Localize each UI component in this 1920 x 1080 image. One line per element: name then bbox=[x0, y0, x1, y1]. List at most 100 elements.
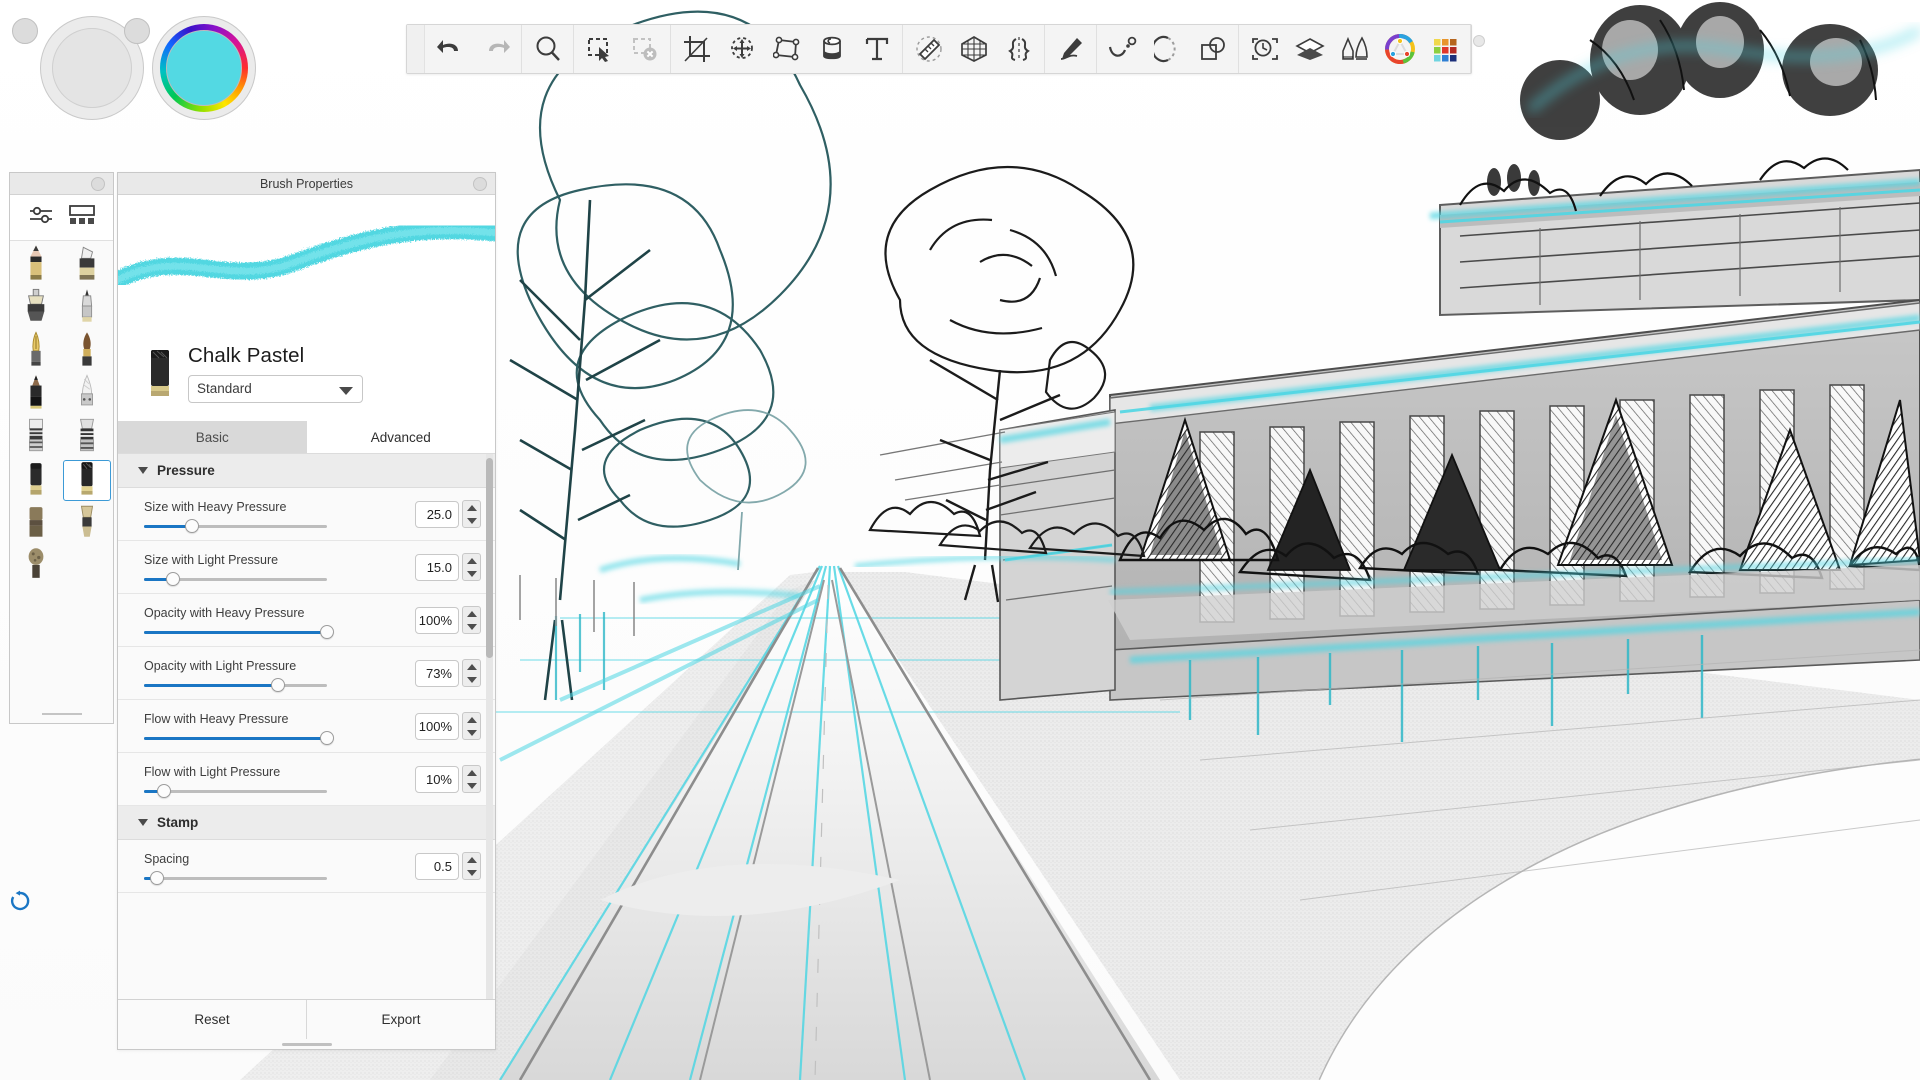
main-toolbar[interactable] bbox=[406, 24, 1485, 74]
refresh-icon[interactable] bbox=[9, 890, 31, 912]
param-value-input[interactable]: 73% bbox=[415, 659, 459, 687]
stepper-up-icon[interactable] bbox=[466, 769, 477, 776]
brush-item-soft-pencil[interactable] bbox=[12, 374, 61, 415]
transform-move-icon[interactable] bbox=[719, 25, 764, 73]
brush-item-blender[interactable] bbox=[63, 503, 112, 544]
text-icon[interactable] bbox=[854, 25, 899, 73]
brush-item-fan-bristle[interactable] bbox=[63, 417, 112, 458]
param-slider[interactable] bbox=[144, 783, 327, 798]
brushes-icon[interactable] bbox=[1332, 25, 1377, 73]
param-stepper[interactable] bbox=[462, 500, 481, 528]
export-button[interactable]: Export bbox=[306, 1000, 495, 1039]
param-value-input[interactable]: 15.0 bbox=[415, 553, 459, 581]
tab-basic[interactable]: Basic bbox=[118, 421, 322, 453]
ellipse-icon[interactable] bbox=[1145, 25, 1190, 73]
brush-properties-titlebar[interactable]: Brush Properties bbox=[118, 173, 495, 195]
brush-item-airbrush[interactable] bbox=[12, 288, 61, 329]
slider-thumb[interactable] bbox=[157, 783, 172, 798]
stepper-down-icon[interactable] bbox=[466, 623, 477, 630]
reset-button[interactable]: Reset bbox=[118, 1000, 306, 1039]
brush-item-flat-bristle[interactable] bbox=[12, 417, 61, 458]
param-value-input[interactable]: 0.5 bbox=[415, 852, 459, 880]
shape-combine-icon[interactable] bbox=[1190, 25, 1235, 73]
stepper-down-icon[interactable] bbox=[466, 869, 477, 876]
fill-bucket-icon[interactable] bbox=[809, 25, 854, 73]
param-stepper[interactable] bbox=[462, 712, 481, 740]
brush-item-sponge[interactable] bbox=[12, 546, 61, 587]
stepper-up-icon[interactable] bbox=[466, 504, 477, 511]
brush-item-fountain-pen[interactable] bbox=[12, 331, 61, 372]
stepper-down-icon[interactable] bbox=[466, 729, 477, 736]
param-slider[interactable] bbox=[144, 571, 327, 586]
brush-list[interactable] bbox=[10, 241, 113, 705]
brush-item-pastel-block[interactable] bbox=[12, 460, 61, 501]
stepper-up-icon[interactable] bbox=[466, 716, 477, 723]
param-slider[interactable] bbox=[144, 518, 327, 533]
param-stepper[interactable] bbox=[462, 553, 481, 581]
brush-item-chalk-pastel[interactable] bbox=[62, 460, 111, 501]
properties-tabs[interactable]: Basic Advanced bbox=[118, 421, 495, 453]
perspective-grid-icon[interactable] bbox=[951, 25, 996, 73]
parameters-scroll-area[interactable]: Pressure Size with Heavy Pressure 25.0 Size… bbox=[118, 453, 495, 999]
undo-icon[interactable] bbox=[428, 25, 473, 73]
slider-thumb[interactable] bbox=[320, 730, 334, 745]
param-stepper[interactable] bbox=[462, 606, 481, 634]
section-header-stamp[interactable]: Stamp bbox=[118, 806, 495, 840]
brush-item-technical-pen[interactable] bbox=[63, 288, 112, 329]
brush-item-chalk-stick[interactable] bbox=[63, 374, 112, 415]
curve-node-icon[interactable] bbox=[1100, 25, 1145, 73]
brush-item-marker-chisel[interactable] bbox=[63, 245, 112, 286]
brush-item-pencil[interactable] bbox=[12, 245, 61, 286]
slider-thumb[interactable] bbox=[149, 870, 164, 885]
stepper-up-icon[interactable] bbox=[466, 557, 477, 564]
zoom-icon[interactable] bbox=[525, 25, 570, 73]
param-slider[interactable] bbox=[144, 870, 327, 885]
param-value-input[interactable]: 25.0 bbox=[415, 500, 459, 528]
deselect-icon[interactable] bbox=[622, 25, 667, 73]
slider-thumb[interactable] bbox=[166, 571, 181, 586]
section-header-pressure[interactable]: Pressure bbox=[118, 454, 495, 488]
param-slider[interactable] bbox=[144, 677, 327, 692]
tab-advanced[interactable]: Advanced bbox=[306, 421, 495, 453]
history-icon[interactable] bbox=[1242, 25, 1287, 73]
list-view-icon[interactable] bbox=[68, 204, 96, 231]
ruler-icon[interactable] bbox=[906, 25, 951, 73]
param-slider[interactable] bbox=[144, 624, 334, 639]
sliders-icon[interactable] bbox=[28, 204, 54, 231]
brush-item-eraser-block[interactable] bbox=[12, 503, 61, 544]
brush-picker-options-dot[interactable] bbox=[91, 177, 105, 191]
toolbar-drag-grip[interactable] bbox=[407, 25, 425, 73]
palette-grid-icon[interactable] bbox=[1422, 25, 1467, 73]
stepper-up-icon[interactable] bbox=[466, 663, 477, 670]
stepper-down-icon[interactable] bbox=[466, 570, 477, 577]
param-slider[interactable] bbox=[144, 730, 334, 745]
perspective-icon[interactable] bbox=[764, 25, 809, 73]
stepper-down-icon[interactable] bbox=[466, 517, 477, 524]
param-stepper[interactable] bbox=[462, 765, 481, 793]
slider-thumb[interactable] bbox=[184, 518, 199, 533]
brush-picker-resize-grip[interactable] bbox=[10, 705, 113, 723]
toolbar-collapse-handle[interactable] bbox=[1473, 35, 1485, 47]
brush-properties-options-dot[interactable] bbox=[473, 177, 487, 191]
brush-picker-titlebar[interactable] bbox=[10, 173, 113, 195]
color-wheel-icon[interactable] bbox=[1377, 25, 1422, 73]
param-value-input[interactable]: 100% bbox=[415, 606, 459, 634]
stepper-up-icon[interactable] bbox=[466, 856, 477, 863]
param-stepper[interactable] bbox=[462, 659, 481, 687]
parameters-scrollbar-thumb[interactable] bbox=[486, 458, 493, 658]
primary-color-knob[interactable] bbox=[124, 18, 150, 44]
pencil-edit-icon[interactable] bbox=[1048, 25, 1093, 73]
brush-picker-panel[interactable] bbox=[9, 172, 114, 724]
stepper-down-icon[interactable] bbox=[466, 782, 477, 789]
brush-properties-panel[interactable]: Brush Properties Chalk Pastel Standard B… bbox=[117, 172, 496, 1050]
slider-thumb[interactable] bbox=[270, 677, 285, 692]
secondary-color-knob[interactable] bbox=[12, 18, 38, 44]
stepper-down-icon[interactable] bbox=[466, 676, 477, 683]
layers-icon[interactable] bbox=[1287, 25, 1332, 73]
brush-variant-select[interactable]: Standard bbox=[188, 374, 363, 403]
symmetry-icon[interactable] bbox=[996, 25, 1041, 73]
stepper-up-icon[interactable] bbox=[466, 610, 477, 617]
brush-properties-resize-grip[interactable] bbox=[118, 1039, 495, 1049]
param-value-input[interactable]: 100% bbox=[415, 712, 459, 740]
param-value-input[interactable]: 10% bbox=[415, 765, 459, 793]
